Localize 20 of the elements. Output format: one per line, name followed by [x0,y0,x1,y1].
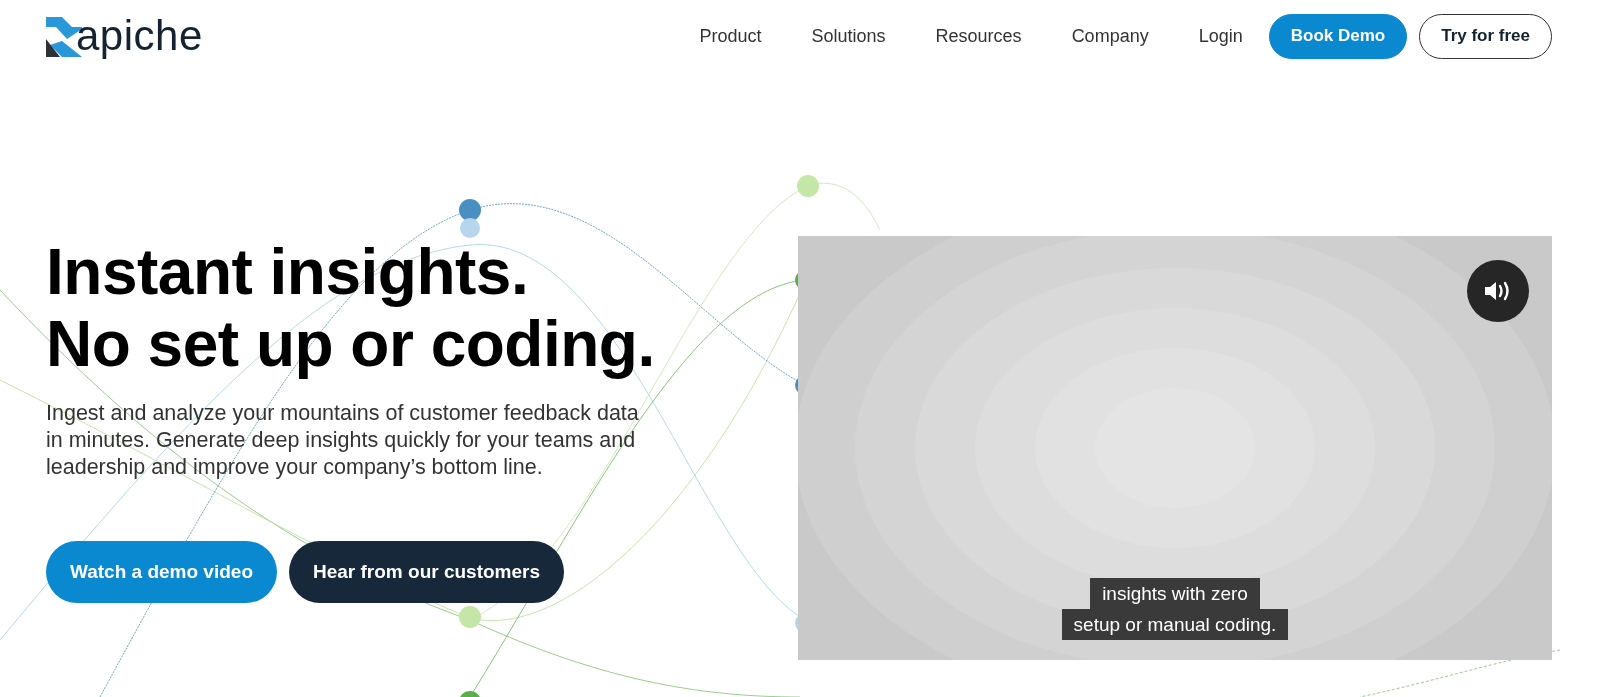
video-caption: setup or manual coding. [1061,609,1289,640]
node-dot [459,199,481,221]
nav-link[interactable]: Solutions [811,25,886,47]
node-dot [460,218,480,238]
logo-text[interactable]: apiche [76,15,203,57]
nav-link[interactable]: Product [699,25,762,47]
free-trial-button[interactable]: Try for free [1419,13,1552,59]
nav-link[interactable]: Resources [935,25,1022,47]
watch-demo-button[interactable]: Watch a demo video [46,541,277,603]
hero-heading: Instant insights. [46,236,529,308]
hero-heading: No set up or coding. [46,308,655,380]
video-player[interactable]: insights with zero setup or manual coding. [798,236,1552,660]
hero-description: Ingest and analyze your mountains of customer feedback data in minutes. Generate deep insights quickly for your teams and leadership and improve your company’s bottom line. [46,400,640,481]
node-dot [459,606,481,628]
nav-link[interactable]: Login [1198,25,1243,47]
nav-link[interactable]: Company [1071,25,1149,47]
node-dot [797,175,819,197]
video-caption: insights with zero [1090,578,1260,609]
book-demo-button[interactable]: Book Demo [1268,13,1408,59]
customers-button[interactable]: Hear from our customers [289,541,564,603]
